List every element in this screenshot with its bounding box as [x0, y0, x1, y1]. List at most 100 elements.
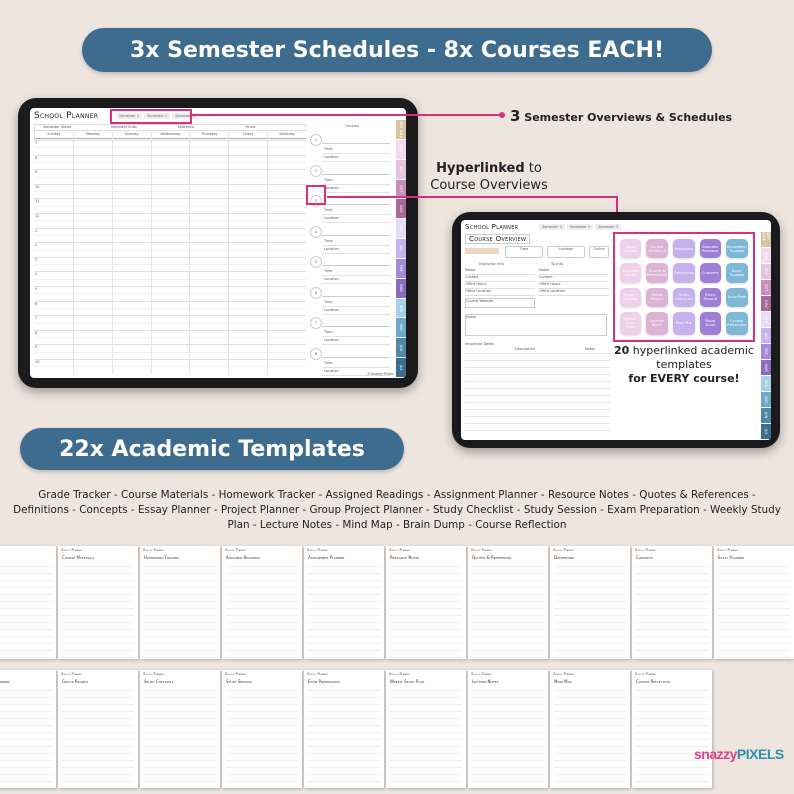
semester-tab[interactable]: Semester 1 — [539, 224, 566, 230]
day-header: Sunday Monday Tuesday Wednesday Thursday Frid… — [34, 132, 306, 139]
template-thumbnail[interactable]: School Planner Study Checklist — [140, 670, 220, 788]
thumb-line — [308, 753, 380, 754]
template-thumbnail[interactable]: School Planner Homework Tracker — [140, 546, 220, 659]
template-link-tile[interactable]: Essay Planner — [725, 263, 748, 283]
thumb-line — [144, 615, 216, 616]
overview-field[interactable]: Location — [547, 246, 585, 258]
course-number[interactable]: 7 — [310, 317, 322, 329]
template-link-tile[interactable]: Resource Notes — [620, 263, 641, 283]
template-link-tile[interactable]: Homework — [673, 239, 695, 259]
hyperlinked-rest: to — [524, 161, 542, 176]
template-link-tile[interactable]: Quotes & References — [645, 263, 669, 283]
month-tab[interactable]: DEC — [761, 312, 771, 328]
template-link-tile[interactable]: Concepts — [699, 263, 721, 283]
month-tab[interactable]: JAN — [761, 328, 771, 344]
month-tab[interactable]: MAR — [761, 360, 771, 376]
month-tab[interactable]: APR — [761, 376, 771, 392]
month-tab[interactable]: NOV — [761, 296, 771, 312]
hour-row — [34, 140, 306, 141]
thumb-line — [636, 636, 708, 637]
month-tab[interactable]: AUG — [761, 248, 771, 264]
month-tab[interactable]: JUL — [761, 424, 771, 440]
template-link-tile[interactable]: Course Materials — [645, 239, 669, 259]
caption-bold: for EVERY course! — [628, 372, 740, 385]
month-tab[interactable]: JUN — [761, 408, 771, 424]
template-thumbnail[interactable]: School Planner Definitions — [550, 546, 630, 659]
overview-field[interactable]: Time — [505, 246, 543, 258]
template-link-tile[interactable]: Study Session — [699, 287, 721, 307]
thumb-line — [554, 594, 626, 595]
thumb-line — [718, 580, 790, 581]
course-number[interactable]: 6 — [310, 286, 322, 299]
template-link-tile[interactable]: Mind Map — [673, 311, 695, 335]
template-thumbnail[interactable]: School Planner Assignment Planner — [304, 546, 384, 659]
hyperlinked-bold: Hyperlinked — [436, 161, 525, 176]
template-thumbnail[interactable]: School Planner — [0, 546, 56, 659]
month-tab[interactable]: JUL — [396, 358, 406, 378]
template-thumbnail[interactable]: School Planner Lecture Notes — [468, 670, 548, 788]
month-tab[interactable]: FEB — [761, 344, 771, 360]
course-number[interactable]: 2 — [310, 164, 322, 177]
hour-label: 10 — [35, 184, 40, 189]
month-tab[interactable]: DEC — [396, 219, 406, 240]
month-tab[interactable]: JAN — [396, 239, 406, 259]
template-thumbnail[interactable]: School Planner Group Project — [58, 670, 138, 788]
month-tab[interactable]: MAY — [396, 318, 406, 339]
course-number[interactable]: 1 — [310, 134, 322, 146]
template-thumbnail[interactable]: School Planner Study Session — [222, 670, 302, 788]
template-link-tile[interactable]: Brain Dump — [699, 311, 721, 335]
template-thumbnail[interactable]: School Planner Concepts — [632, 546, 712, 659]
semester-tab[interactable]: Semester 3 — [595, 224, 622, 230]
template-thumbnail[interactable]: School Planner Assigned Readings — [222, 546, 302, 659]
month-tab[interactable]: NOV — [396, 199, 406, 220]
course-number[interactable]: 4 — [310, 225, 322, 238]
hour-row — [34, 154, 306, 156]
template-link-tile[interactable]: Study Checklist — [673, 287, 695, 307]
template-link-tile[interactable]: Course Reflection — [725, 311, 748, 335]
template-link-tile[interactable]: Project Planner — [620, 287, 641, 307]
thumb-header: School Planner — [225, 672, 246, 676]
template-thumbnail[interactable]: School Planner Essay Planner — [714, 546, 794, 659]
overview-field[interactable]: Online — [589, 246, 609, 258]
template-thumbnail[interactable]: School Planner Resource Notes — [386, 546, 466, 659]
month-tab[interactable]: SEP — [761, 264, 771, 280]
template-link-tile[interactable]: Weekly Study Plan — [620, 311, 641, 335]
template-link-tile[interactable]: Exam Prep — [725, 287, 748, 307]
template-thumbnail[interactable]: School Planner Exam Preparation — [304, 670, 384, 788]
month-tab[interactable]: SEM ### — [761, 232, 771, 248]
course-field-label: Time — [324, 147, 333, 151]
thumb-line — [226, 601, 298, 602]
course-number[interactable]: 8 — [310, 347, 322, 360]
template-thumbnail[interactable]: School Planner Mind Map — [550, 670, 630, 788]
template-thumbnail[interactable]: School PlannerProject Planner — [0, 670, 56, 788]
template-thumbnail[interactable]: School Planner Quotes & References — [468, 546, 548, 659]
template-link-tile[interactable]: Definitions — [673, 263, 695, 283]
template-link-tile[interactable]: Grade Tracker — [620, 239, 641, 259]
half-hour-row — [34, 249, 306, 251]
template-link-tile[interactable]: Lecture Notes — [645, 311, 669, 335]
month-tab[interactable]: MAR — [396, 278, 406, 299]
semester-tab[interactable]: Semester 2 — [567, 224, 594, 230]
course-field-label: Location — [324, 307, 339, 312]
month-tab[interactable]: AUG — [396, 139, 406, 160]
month-tab[interactable]: SEM ### — [396, 120, 406, 140]
month-tab[interactable]: JUN — [396, 338, 406, 359]
month-tab[interactable]: MAY — [761, 392, 771, 408]
template-thumbnail[interactable]: School Planner Course Materials — [58, 546, 138, 659]
template-thumbnail[interactable]: School Planner Weekly Study Plan — [386, 670, 466, 788]
template-thumbnail[interactable]: School Planner Course Reflection — [632, 670, 712, 788]
template-link-tile[interactable]: Assignment Planner — [725, 239, 748, 259]
thumb-line — [718, 608, 790, 609]
template-link-tile[interactable]: Assigned Readings — [699, 239, 721, 259]
thumb-line — [0, 643, 52, 644]
thumb-line — [636, 711, 708, 712]
month-tab[interactable]: APR — [396, 298, 406, 319]
month-tab[interactable]: FEB — [396, 258, 406, 279]
month-tab[interactable]: SEP — [396, 159, 406, 180]
thumb-line — [0, 594, 52, 595]
hour-label: 3 — [35, 257, 38, 262]
info-row-label: Contact — [465, 275, 479, 279]
template-link-tile[interactable]: Group Project — [645, 287, 669, 307]
course-number[interactable]: 5 — [310, 256, 322, 268]
month-tab[interactable]: OCT — [761, 280, 771, 296]
